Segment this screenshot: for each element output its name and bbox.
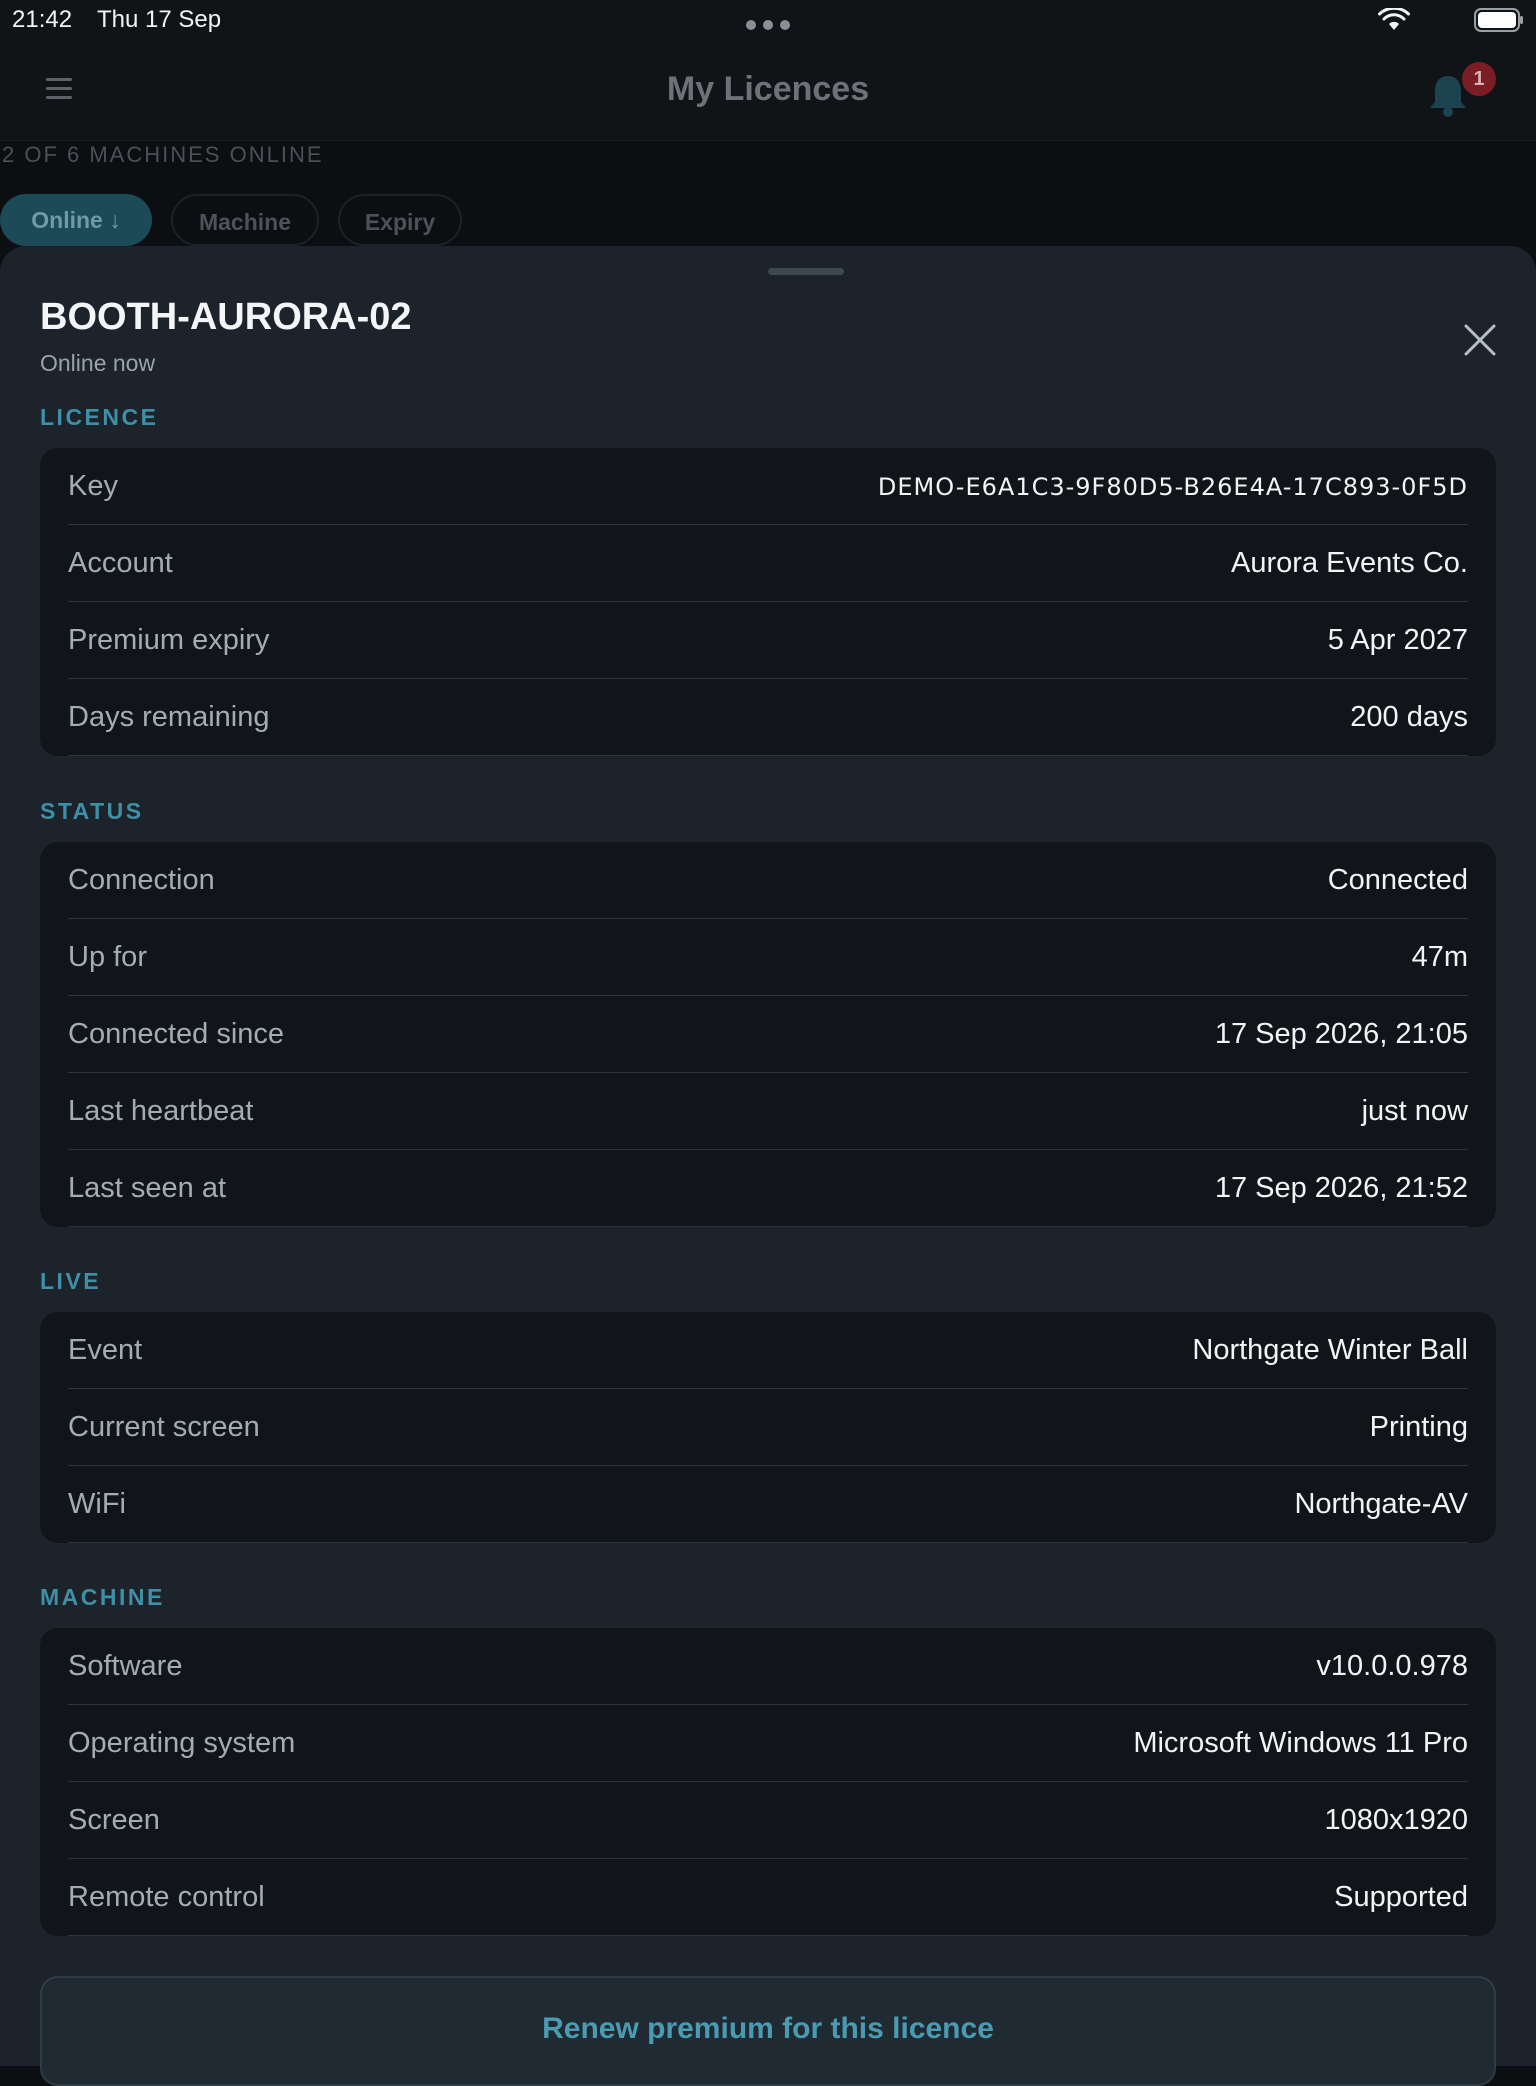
detail-value: Connected bbox=[1327, 864, 1468, 896]
detail-label: Days remaining bbox=[68, 701, 270, 733]
section-label-live: LIVE bbox=[40, 1268, 102, 1294]
sort-chip-machine[interactable]: Machine bbox=[171, 194, 319, 246]
detail-value: Northgate-AV bbox=[1294, 1488, 1468, 1520]
machines-online-count: 2 OF 6 MACHINES ONLINE bbox=[2, 142, 324, 167]
detail-label: Current screen bbox=[68, 1411, 260, 1443]
detail-label: Remote control bbox=[68, 1881, 265, 1913]
status-time: 21:42 bbox=[12, 6, 73, 33]
detail-value: Northgate Winter Ball bbox=[1192, 1334, 1468, 1366]
detail-value: 47m bbox=[1411, 941, 1468, 973]
detail-label: Up for bbox=[68, 941, 147, 973]
detail-row-up-for: Up for 47m bbox=[68, 919, 1468, 996]
detail-value: Supported bbox=[1334, 1881, 1468, 1913]
detail-label: Screen bbox=[68, 1804, 160, 1836]
detail-row-wifi: WiFi Northgate-AV bbox=[68, 1466, 1468, 1543]
machine-name: BOOTH-AURORA-02 bbox=[40, 296, 412, 338]
detail-row-remote-control: Remote control Supported bbox=[68, 1859, 1468, 1936]
licence-key-value[interactable]: DEMO-E6A1C3-9F80D5-B26E4A-17C893-0F5D bbox=[878, 473, 1468, 501]
detail-row-event: Event Northgate Winter Ball bbox=[68, 1312, 1468, 1389]
status-date: Thu 17 Sep bbox=[97, 6, 222, 33]
live-card: Event Northgate Winter Ball Current scre… bbox=[40, 1312, 1496, 1543]
app-header: My Licences 1 bbox=[0, 40, 1536, 141]
notification-badge: 1 bbox=[1462, 62, 1496, 96]
battery-icon bbox=[1474, 8, 1523, 32]
detail-value: 17 Sep 2026, 21:05 bbox=[1214, 1018, 1468, 1050]
wifi-icon bbox=[1378, 8, 1410, 30]
renew-premium-button[interactable]: Renew premium for this licence bbox=[40, 1976, 1496, 2086]
detail-row-days-remaining: Days remaining 200 days bbox=[68, 679, 1468, 756]
detail-label: Event bbox=[68, 1334, 143, 1366]
detail-row-account: Account Aurora Events Co. bbox=[68, 525, 1468, 602]
detail-value: 5 Apr 2027 bbox=[1327, 624, 1468, 656]
licence-card: Key DEMO-E6A1C3-9F80D5-B26E4A-17C893-0F5… bbox=[40, 448, 1496, 756]
machine-details-sheet: BOOTH-AURORA-02 Online now LICENCE Key D… bbox=[0, 246, 1536, 2086]
detail-label: Last seen at bbox=[68, 1172, 226, 1204]
detail-label: Last heartbeat bbox=[68, 1095, 254, 1127]
detail-value: 1080x1920 bbox=[1324, 1804, 1468, 1836]
detail-row-screen: Screen 1080x1920 bbox=[68, 1782, 1468, 1859]
multitasking-dots-icon[interactable] bbox=[746, 20, 790, 30]
detail-value: just now bbox=[1361, 1095, 1468, 1127]
detail-value: Printing bbox=[1369, 1411, 1468, 1443]
detail-label: Software bbox=[68, 1650, 183, 1682]
status-bar: 21:42 Thu 17 Sep bbox=[0, 0, 1536, 40]
sheet-drag-handle[interactable] bbox=[768, 268, 844, 275]
detail-row-premium-expiry: Premium expiry 5 Apr 2027 bbox=[68, 602, 1468, 679]
renew-premium-label: Renew premium for this licence bbox=[542, 2012, 994, 2045]
machine-card: Software v10.0.0.978 Operating system Mi… bbox=[40, 1628, 1496, 1936]
close-icon[interactable] bbox=[1460, 320, 1500, 360]
detail-label: Connected since bbox=[68, 1018, 285, 1050]
detail-value: 17 Sep 2026, 21:52 bbox=[1214, 1172, 1468, 1204]
detail-value: Microsoft Windows 11 Pro bbox=[1133, 1727, 1468, 1759]
sort-chip-online[interactable]: Online ↓ bbox=[0, 194, 152, 246]
sort-chip-expiry[interactable]: Expiry bbox=[338, 194, 462, 246]
detail-label: Account bbox=[68, 547, 173, 579]
detail-row-last-heartbeat: Last heartbeat just now bbox=[68, 1073, 1468, 1150]
detail-row-last-seen: Last seen at 17 Sep 2026, 21:52 bbox=[68, 1150, 1468, 1227]
detail-row-operating-system: Operating system Microsoft Windows 11 Pr… bbox=[68, 1705, 1468, 1782]
detail-row-key: Key DEMO-E6A1C3-9F80D5-B26E4A-17C893-0F5… bbox=[68, 448, 1468, 525]
detail-value: Aurora Events Co. bbox=[1231, 547, 1468, 579]
detail-row-current-screen: Current screen Printing bbox=[68, 1389, 1468, 1466]
status-card: Connection Connected Up for 47m Connecte… bbox=[40, 842, 1496, 1227]
detail-row-software: Software v10.0.0.978 bbox=[68, 1628, 1468, 1705]
detail-row-connected-since: Connected since 17 Sep 2026, 21:05 bbox=[68, 996, 1468, 1073]
detail-value: v10.0.0.978 bbox=[1316, 1650, 1468, 1682]
detail-label: WiFi bbox=[68, 1488, 126, 1520]
detail-label: Key bbox=[68, 470, 118, 502]
detail-label: Connection bbox=[68, 864, 215, 896]
page-title: My Licences bbox=[666, 70, 870, 108]
detail-label: Premium expiry bbox=[68, 624, 270, 656]
section-label-status: STATUS bbox=[40, 798, 144, 824]
detail-row-connection: Connection Connected bbox=[68, 842, 1468, 919]
online-status: Online now bbox=[40, 350, 156, 376]
detail-label: Operating system bbox=[68, 1727, 296, 1759]
section-label-machine: MACHINE bbox=[40, 1584, 165, 1610]
section-label-licence: LICENCE bbox=[40, 404, 159, 430]
detail-value: 200 days bbox=[1350, 701, 1468, 733]
